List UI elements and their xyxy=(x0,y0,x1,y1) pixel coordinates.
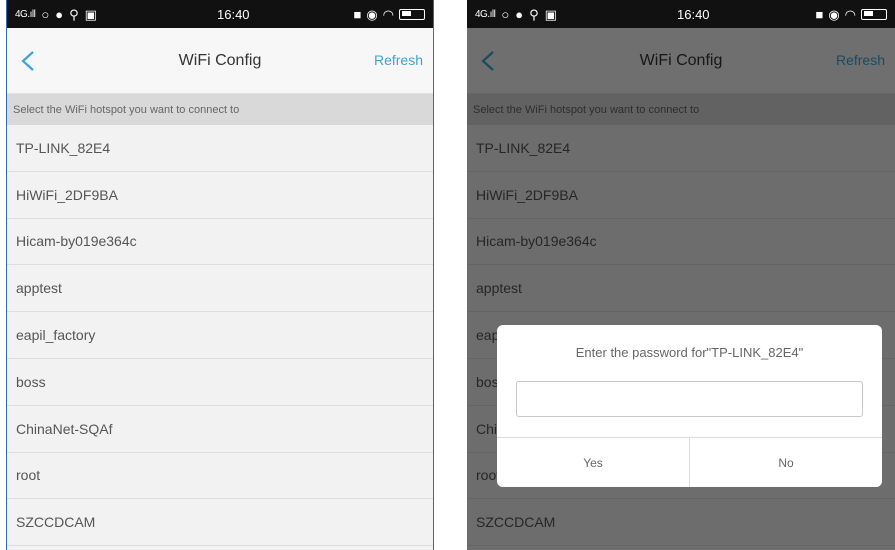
usb-icon: ⚲ xyxy=(69,6,79,22)
wifi-icon: ◠ xyxy=(844,6,856,22)
usb-icon: ⚲ xyxy=(529,6,539,22)
circle-icon: ○ xyxy=(41,6,50,22)
chat-icon: ● xyxy=(515,6,524,22)
chat-icon: ● xyxy=(55,6,64,22)
status-bar: 4G.ıll ○ ● ⚲ ▣ 16:40 ■ ◉ ◠ xyxy=(7,0,433,28)
dialog-buttons: Yes No xyxy=(497,437,882,487)
yes-button[interactable]: Yes xyxy=(497,438,689,487)
alarm-icon: ◉ xyxy=(366,6,378,22)
battery-icon xyxy=(399,8,425,20)
image-icon: ▣ xyxy=(84,6,97,22)
alarm-icon: ◉ xyxy=(828,6,840,22)
sim-icon: ■ xyxy=(353,6,362,22)
signal-icon: 4G.ıll xyxy=(475,8,496,20)
page-title: WiFi Config xyxy=(178,51,262,69)
wifi-list-item[interactable]: TP-LINK_82E4 xyxy=(7,125,433,172)
wifi-list-item[interactable]: eapil_factory xyxy=(7,312,433,359)
image-icon: ▣ xyxy=(544,6,557,22)
password-dialog: Enter the password for"TP-LINK_82E4" Yes… xyxy=(497,325,882,487)
wifi-list: TP-LINK_82E4 HiWiFi_2DF9BA Hicam-by019e3… xyxy=(7,125,433,547)
chevron-left-icon[interactable] xyxy=(19,50,37,72)
no-button[interactable]: No xyxy=(689,438,882,487)
wifi-list-item[interactable]: ChinaNet-SQAf xyxy=(7,405,433,453)
navigation-bar: WiFi Config Refresh xyxy=(7,28,433,94)
wifi-list-item[interactable]: SZCCDCAM xyxy=(7,499,433,547)
signal-icon: 4G.ıll xyxy=(15,8,36,20)
refresh-button[interactable]: Refresh xyxy=(374,52,423,68)
status-time: 16:40 xyxy=(677,6,710,22)
status-bar: 4G.ıll ○ ● ⚲ ▣ 16:40 ■ ◉ ◠ xyxy=(467,0,895,28)
wifi-password-screen: 4G.ıll ○ ● ⚲ ▣ 16:40 ■ ◉ ◠ WiFi Config R… xyxy=(467,0,895,550)
password-input[interactable] xyxy=(516,381,863,417)
wifi-list-item[interactable]: Hicam-by019e364c xyxy=(7,218,433,266)
wifi-list-item[interactable]: root xyxy=(7,452,433,500)
wifi-list-item[interactable]: boss xyxy=(7,358,433,406)
dialog-title: Enter the password for"TP-LINK_82E4" xyxy=(575,344,804,360)
wifi-icon: ◠ xyxy=(382,6,394,22)
battery-icon xyxy=(861,8,887,20)
circle-icon: ○ xyxy=(501,6,510,22)
wifi-config-screen: 4G.ıll ○ ● ⚲ ▣ 16:40 ■ ◉ ◠ WiFi Config R… xyxy=(6,0,434,550)
sim-icon: ■ xyxy=(815,6,824,22)
wifi-list-item[interactable]: apptest xyxy=(7,265,433,313)
hint-text: Select the WiFi hotspot you want to conn… xyxy=(7,94,433,125)
status-time: 16:40 xyxy=(217,6,250,22)
wifi-list-item[interactable]: HiWiFi_2DF9BA xyxy=(7,171,433,219)
